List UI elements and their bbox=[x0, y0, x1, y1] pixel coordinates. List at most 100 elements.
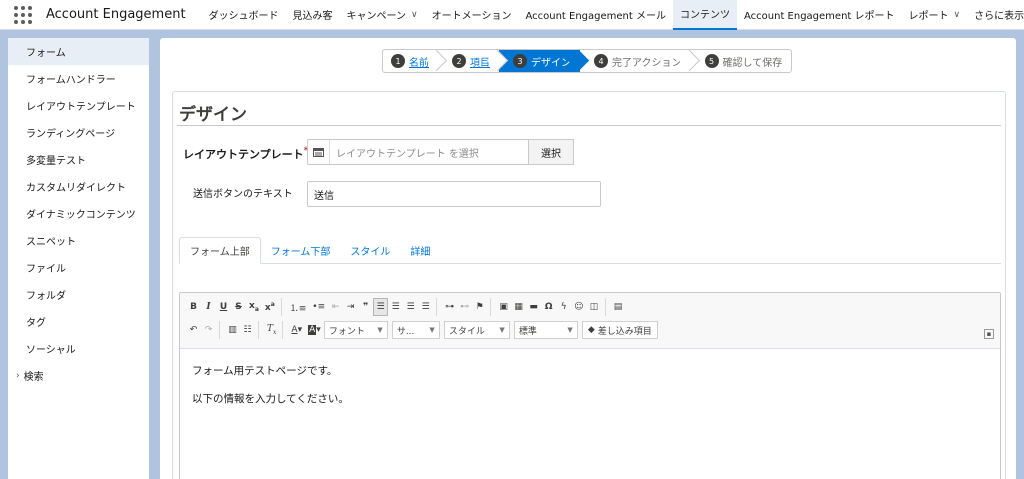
bold-icon[interactable]: B bbox=[186, 298, 201, 316]
align-center-icon[interactable]: ☰ bbox=[388, 298, 403, 316]
style-select[interactable]: スタイル ▼ bbox=[443, 321, 510, 339]
superscript-icon[interactable]: xa bbox=[262, 298, 278, 316]
wizard-step[interactable]: 5 確認して保存 bbox=[691, 50, 792, 72]
image-icon[interactable]: ▣ bbox=[496, 298, 511, 316]
numbered-list-icon[interactable]: ⒈≡ bbox=[287, 298, 310, 316]
nav-more-label: さらに表示 bbox=[974, 11, 1024, 22]
merge-field-button[interactable]: ◆ 差し込み項目 bbox=[581, 321, 658, 339]
layout-template-input[interactable]: レイアウトテンプレート を選択 bbox=[307, 139, 529, 165]
bulleted-list-icon[interactable]: •≡ bbox=[309, 298, 328, 316]
sidebar-item[interactable]: ファイル bbox=[8, 254, 149, 281]
chevron-right-icon: › bbox=[16, 370, 20, 381]
sidebar-item[interactable]: フォーム bbox=[8, 38, 149, 65]
redo-icon[interactable]: ↷ bbox=[201, 321, 216, 339]
sidebar-item[interactable]: レイアウトテンプレート bbox=[8, 92, 149, 119]
special-char-icon[interactable]: Ω bbox=[541, 298, 556, 316]
outdent-icon[interactable]: ⇤ bbox=[328, 298, 343, 316]
select-template-button[interactable]: 選択 bbox=[529, 139, 574, 165]
paste-word-icon[interactable]: ☷ bbox=[240, 321, 255, 339]
wizard-step[interactable]: 2 項目 bbox=[438, 49, 509, 72]
sidebar-item-label: ダイナミックコンテンツ bbox=[26, 210, 136, 221]
strikethrough-icon[interactable]: S bbox=[231, 298, 246, 316]
nav-item-label: コンテンツ bbox=[679, 10, 730, 21]
text-color-icon[interactable]: A ▾ bbox=[288, 321, 305, 339]
editor-tab[interactable]: 詳細 bbox=[400, 237, 440, 264]
align-justify-icon[interactable]: ☰ bbox=[418, 298, 433, 316]
smiley-icon[interactable]: ☺ bbox=[571, 298, 586, 316]
sidebar-item[interactable]: › 検索 bbox=[8, 362, 149, 389]
app-launcher-icon[interactable] bbox=[14, 5, 32, 24]
paste-text-icon[interactable]: ▥ bbox=[225, 321, 240, 339]
format-select[interactable]: 標準 ▼ bbox=[513, 321, 578, 339]
nav-item[interactable]: レポート ∨ bbox=[902, 0, 968, 30]
merge-field-label: 差し込み項目 bbox=[597, 326, 652, 337]
nav-item[interactable]: オートメーション bbox=[425, 0, 519, 30]
blockquote-icon[interactable]: ❞ bbox=[358, 298, 373, 316]
sidebar-item-label: ランディングページ bbox=[26, 129, 116, 140]
nav-item[interactable]: コンテンツ bbox=[672, 0, 737, 30]
sidebar-item[interactable]: カスタムリダイレクト bbox=[8, 173, 149, 200]
nav-item[interactable]: ダッシュボード bbox=[202, 0, 286, 30]
indent-icon[interactable]: ⇥ bbox=[343, 298, 358, 316]
editor-tab[interactable]: スタイル bbox=[340, 237, 400, 264]
font-select-label: フォント bbox=[328, 326, 365, 337]
divider bbox=[177, 125, 1001, 126]
table-icon[interactable]: ▦ bbox=[511, 298, 526, 316]
align-right-icon[interactable]: ☰ bbox=[403, 298, 418, 316]
sidebar-item[interactable]: フォルダ bbox=[8, 281, 149, 308]
step-label: デザイン bbox=[531, 57, 571, 69]
align-left-icon[interactable]: ☰ bbox=[373, 298, 389, 316]
step-number: 5 bbox=[704, 54, 719, 68]
dropdown-arrow-icon: ▼ bbox=[499, 326, 505, 334]
submit-text-input[interactable]: 送信 bbox=[307, 181, 601, 207]
sidebar-item[interactable]: 多変量テスト bbox=[8, 146, 149, 173]
italic-icon[interactable]: I bbox=[201, 298, 216, 316]
nav-item[interactable]: Account Engagement レポート bbox=[737, 0, 902, 30]
source-icon[interactable]: ▤ bbox=[611, 298, 626, 316]
editor-toolbar: B I U S xa xa ⒈≡ •≡ ⇤ ⇥ ❞ ☰ ☰ ☰ ☰ ⊶ ⊷ ⚑ … bbox=[180, 293, 1000, 349]
tag-icon: ◆ bbox=[587, 325, 595, 335]
toolbar-row-2: ↶ ↷ ▥ ☷ Tx A ▾ A ▾ フォント ▼ サ... ▼ スタイル ▼ 標準 ▼ ◆… bbox=[186, 320, 658, 340]
undo-icon[interactable]: ↶ bbox=[186, 321, 201, 339]
editor-tab[interactable]: フォーム下部 bbox=[261, 237, 341, 264]
sidebar-item[interactable]: スニペット bbox=[8, 227, 149, 254]
wizard-step[interactable]: 3 デザイン bbox=[499, 49, 590, 72]
sidebar-item-label: 検索 bbox=[23, 372, 44, 383]
nav-item[interactable]: 見込み客 bbox=[286, 0, 340, 30]
nav-item-label: オートメーション bbox=[431, 11, 512, 22]
nav-item-label: レポート bbox=[908, 11, 949, 22]
nav-more-button[interactable]: さらに表示 ▼ bbox=[967, 7, 1024, 22]
dropdown-arrow-icon: ▼ bbox=[429, 326, 435, 334]
unlink-icon[interactable]: ⊷ bbox=[457, 298, 472, 316]
chevron-down-icon: ∨ bbox=[411, 9, 418, 20]
sidebar-item[interactable]: ソーシャル bbox=[8, 335, 149, 362]
app-name: Account Engagement bbox=[46, 7, 186, 22]
sidebar-item[interactable]: フォームハンドラー bbox=[8, 65, 149, 92]
global-nav: Account Engagement ダッシュボード 見込み客 キャンペーン ∨ オート… bbox=[0, 0, 1024, 30]
editor-content-area[interactable]: フォーム用テストページです。 以下の情報を入力してください。 bbox=[180, 349, 1000, 433]
iframe-icon[interactable]: ◫ bbox=[587, 298, 602, 316]
sidebar-item[interactable]: ダイナミックコンテンツ bbox=[8, 200, 149, 227]
dropdown-arrow-icon: ▼ bbox=[567, 326, 573, 334]
underline-icon[interactable]: U bbox=[216, 298, 231, 316]
subscript-icon[interactable]: xa bbox=[246, 298, 262, 316]
nav-item-label: Account Engagement メール bbox=[525, 11, 666, 22]
nav-item[interactable]: キャンペーン ∨ bbox=[340, 0, 425, 30]
sidebar-item[interactable]: ランディングページ bbox=[8, 119, 149, 146]
horizontal-line-icon[interactable]: ▬ bbox=[526, 298, 541, 316]
expand-toolbar-icon[interactable]: ▪ bbox=[984, 329, 994, 339]
content-paragraph: フォーム用テストページです。 bbox=[192, 365, 338, 377]
wizard-step[interactable]: 4 完了アクション bbox=[580, 49, 700, 72]
flash-icon[interactable]: ϟ bbox=[556, 298, 571, 316]
editor-tab[interactable]: フォーム上部 bbox=[179, 237, 261, 264]
size-select[interactable]: サ... ▼ bbox=[391, 321, 440, 339]
remove-format-icon[interactable]: Tx bbox=[264, 321, 279, 339]
sidebar-item[interactable]: タグ bbox=[8, 308, 149, 335]
background-color-icon[interactable]: A ▾ bbox=[305, 321, 324, 339]
font-select[interactable]: フォント ▼ bbox=[323, 321, 388, 339]
anchor-flag-icon[interactable]: ⚑ bbox=[472, 298, 487, 316]
rich-text-editor: B I U S xa xa ⒈≡ •≡ ⇤ ⇥ ❞ ☰ ☰ ☰ ☰ ⊶ ⊷ ⚑ … bbox=[179, 292, 1001, 479]
link-icon[interactable]: ⊶ bbox=[442, 298, 457, 316]
nav-item[interactable]: Account Engagement メール bbox=[518, 0, 673, 30]
wizard-step[interactable]: 1 名前 bbox=[383, 49, 448, 72]
